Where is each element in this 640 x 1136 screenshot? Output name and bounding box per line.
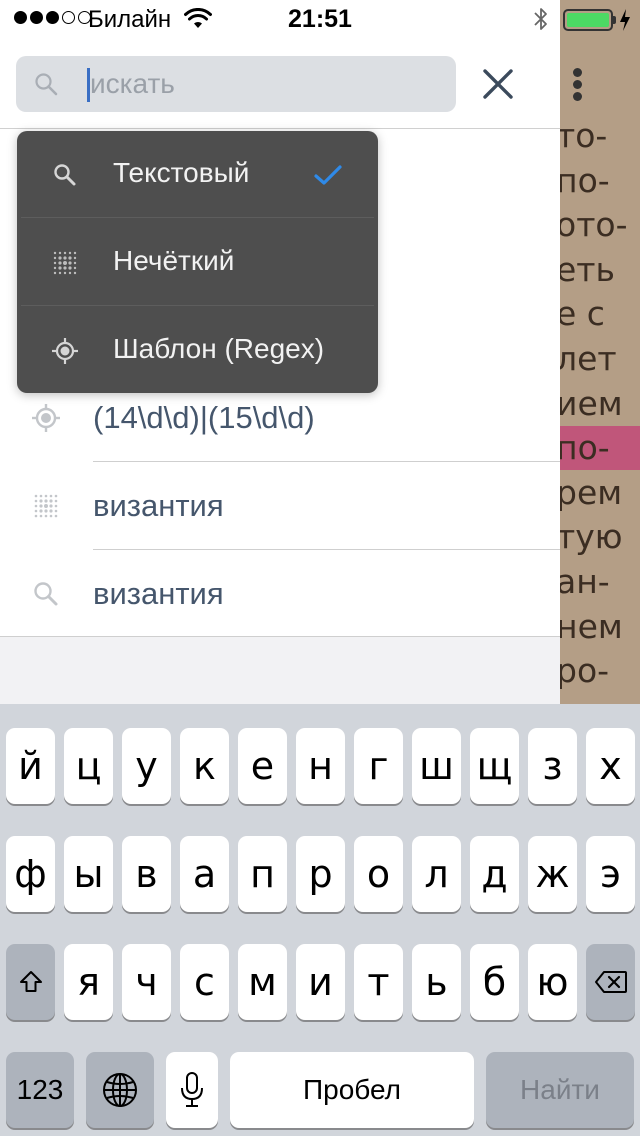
battery-tip [613,16,616,24]
history-item-text: византия [93,488,224,523]
status-bar: Билайн 21:51 [0,0,640,40]
key[interactable]: п [238,836,287,912]
book-line: ото- [556,205,628,245]
globe-icon [103,1073,137,1107]
battery-level [567,13,609,27]
space-key[interactable]: Пробел [230,1052,474,1128]
menu-item-label: Нечёткий [113,245,235,276]
key[interactable]: ю [528,944,577,1020]
key[interactable]: г [354,728,403,804]
numbers-key[interactable]: 123 [6,1052,74,1128]
book-line: ро- [556,651,610,691]
backspace-icon [594,971,627,993]
globe-key[interactable] [86,1052,154,1128]
book-line: нем [556,606,623,646]
book-line: еть [556,249,615,289]
key[interactable]: в [122,836,171,912]
key[interactable]: о [354,836,403,912]
history-item-text: византия [93,576,224,611]
key[interactable]: с [180,944,229,1020]
key[interactable]: б [470,944,519,1020]
key[interactable]: д [470,836,519,912]
book-line: ан- [556,561,610,601]
key[interactable]: м [238,944,287,1020]
key[interactable]: з [528,728,577,804]
key[interactable]: ш [412,728,461,804]
menu-item-text-search[interactable]: Текстовый [17,131,378,218]
key[interactable]: й [6,728,55,804]
book-text-column: то- по- ото- еть е с лет ием по- рем тую… [556,114,640,694]
fuzzy-dots-icon [53,251,77,275]
more-vertical-icon[interactable] [562,62,594,106]
search-icon [54,164,76,186]
menu-item-regex-search[interactable]: Шаблон (Regex) [17,307,378,394]
key[interactable]: щ [470,728,519,804]
key[interactable]: ж [528,836,577,912]
key[interactable]: ц [64,728,113,804]
search-mode-menu: Текстовый Нечёткий Шаблон (Regex) [17,131,378,393]
menu-item-label: Шаблон (Regex) [113,333,325,364]
key[interactable]: э [586,836,635,912]
key[interactable]: л [412,836,461,912]
search-return-key[interactable]: Найти [486,1052,634,1128]
book-line-highlighted: по- [556,426,640,471]
book-line: е с [556,294,605,334]
key[interactable]: н [296,728,345,804]
shift-key[interactable] [6,944,55,1020]
key[interactable]: и [296,944,345,1020]
book-line: рем [556,472,623,512]
charging-bolt-icon [620,9,630,31]
key[interactable]: а [180,836,229,912]
search-field[interactable] [16,56,456,112]
history-item[interactable]: византия [0,550,560,638]
search-input[interactable] [90,64,450,104]
key[interactable]: ч [122,944,171,1020]
close-icon[interactable] [478,62,518,106]
backspace-key[interactable] [586,944,635,1020]
book-line: ием [556,383,623,423]
regex-target-icon [52,338,78,364]
search-icon [34,582,58,606]
book-line: лет [556,338,617,378]
key[interactable]: к [180,728,229,804]
key[interactable]: е [238,728,287,804]
regex-target-icon [32,404,60,432]
fuzzy-dots-icon [34,494,58,518]
divider [0,128,560,129]
checkmark-icon [314,165,342,185]
key[interactable]: р [296,836,345,912]
menu-item-fuzzy-search[interactable]: Нечёткий [17,219,378,306]
key[interactable]: ы [64,836,113,912]
key[interactable]: ь [412,944,461,1020]
divider [21,305,374,306]
key[interactable]: я [64,944,113,1020]
keyboard: й ц у к е н г ш щ з х ф ы в а п р о л д … [0,704,640,1136]
bluetooth-icon [534,8,547,30]
microphone-icon [181,1072,203,1107]
book-line: тую [556,517,623,557]
search-highlight: по- [556,426,640,471]
book-line: по- [556,160,610,200]
list-footer [0,636,560,704]
key[interactable]: у [122,728,171,804]
key[interactable]: т [354,944,403,1020]
history-item[interactable]: византия [0,462,560,550]
microphone-key[interactable] [166,1052,218,1128]
key[interactable]: х [586,728,635,804]
search-icon [35,73,58,96]
divider [21,217,374,218]
battery-icon [563,9,613,31]
key[interactable]: ф [6,836,55,912]
history-item-text: (14\d\d)|(15\d\d) [93,400,315,435]
shift-icon [19,971,42,992]
menu-item-label: Текстовый [113,157,250,188]
book-line: то- [556,116,608,155]
